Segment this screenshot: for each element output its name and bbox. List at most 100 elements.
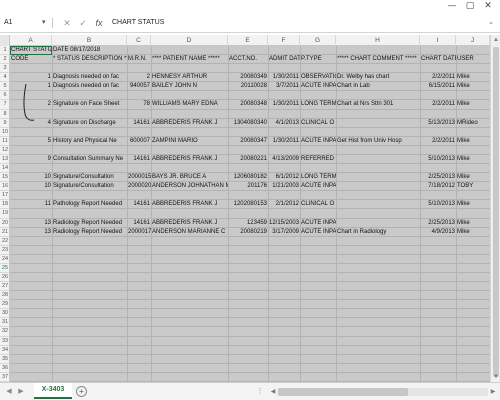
cell-c16[interactable]: 2000020 bbox=[127, 182, 151, 191]
row-header-24[interactable]: 24 bbox=[0, 255, 10, 264]
cell-area[interactable]: CHART STATUS DATE 08/17/2018 CODE * STATUS … bbox=[10, 46, 490, 382]
row-header-3[interactable]: 3 bbox=[0, 64, 10, 74]
minimize-icon[interactable]: — bbox=[445, 0, 459, 12]
cell-b5[interactable]: Diagnosis needed on fac bbox=[52, 82, 127, 91]
cell-f7[interactable]: 1/30/2011 bbox=[268, 100, 300, 109]
cell-e2[interactable]: ACCT.NO. bbox=[228, 55, 268, 64]
column-header-c[interactable]: C bbox=[127, 35, 151, 46]
cell-c15[interactable]: 2000015 bbox=[127, 173, 151, 182]
cell-e9[interactable]: 1304080340 bbox=[228, 119, 268, 128]
row-header-35[interactable]: 35 bbox=[0, 355, 10, 364]
cell-g20[interactable]: ACUTE INPA bbox=[300, 219, 336, 228]
row-header-30[interactable]: 30 bbox=[0, 309, 10, 319]
cell-d20[interactable]: ABBREDERIS FRANK J bbox=[151, 219, 228, 228]
column-header-h[interactable]: H bbox=[336, 35, 420, 46]
row-header-6[interactable]: 6 bbox=[0, 91, 10, 101]
column-header-i[interactable]: I bbox=[420, 35, 456, 46]
row-header-34[interactable]: 34 bbox=[0, 346, 10, 355]
cell-b2[interactable]: * STATUS DESCRIPTION ** bbox=[52, 55, 127, 64]
more-options-icon[interactable]: ⋮ bbox=[255, 386, 265, 398]
cell-c4[interactable]: 2 bbox=[127, 73, 151, 82]
cell-g7[interactable]: LONG TERM bbox=[300, 100, 336, 109]
expand-formula-bar-icon[interactable]: ⌄ bbox=[486, 16, 496, 30]
cell-f13[interactable]: 4/13/2009 bbox=[268, 155, 300, 164]
cell-e13[interactable]: 20080221 bbox=[228, 155, 268, 164]
sheet-tab-x-3403[interactable]: X-3403 bbox=[34, 383, 72, 399]
cell-b15[interactable]: Signature/Consultation bbox=[52, 173, 127, 182]
row-header-29[interactable]: 29 bbox=[0, 300, 10, 310]
scroll-down-icon[interactable]: ▼ bbox=[491, 372, 500, 382]
row-header-31[interactable]: 31 bbox=[0, 318, 10, 328]
row-header-23[interactable]: 23 bbox=[0, 246, 10, 255]
cell-e18[interactable]: 1202080153 bbox=[228, 200, 268, 209]
cell-j7[interactable]: Mike bbox=[456, 100, 490, 109]
cell-e15[interactable]: 1206080182 bbox=[228, 173, 268, 182]
cell-h4[interactable]: Dr. Welby has chart bbox=[336, 73, 420, 82]
cell-d18[interactable]: ABBREDERIS FRANK J bbox=[151, 200, 228, 209]
cell-d21[interactable]: ANDERSON MARIANNE C bbox=[151, 228, 228, 237]
cell-e5[interactable]: 20110028 bbox=[228, 82, 268, 91]
cell-a4[interactable]: 1 bbox=[10, 73, 52, 82]
cell-h11[interactable]: Get Hist from Univ Hosp bbox=[336, 137, 420, 146]
cell-j11[interactable]: Mike bbox=[456, 137, 490, 146]
row-header-15[interactable]: 15 bbox=[0, 173, 10, 183]
cell-a20[interactable]: 13 bbox=[10, 219, 52, 228]
cell-j13[interactable]: Mike bbox=[456, 155, 490, 164]
cell-j5[interactable]: Mike bbox=[456, 82, 490, 91]
row-header-10[interactable]: 10 bbox=[0, 128, 10, 137]
cell-i2[interactable]: CHART DATE bbox=[420, 55, 456, 64]
row-header-25[interactable]: 25 bbox=[0, 264, 10, 273]
cell-f15[interactable]: 6/1/2012 bbox=[268, 173, 300, 182]
cell-b21[interactable]: Radiology Report Needed bbox=[52, 228, 127, 237]
cell-b11[interactable]: History and Physical Ne bbox=[52, 137, 127, 146]
cell-i5[interactable]: 6/15/2011 bbox=[420, 82, 456, 91]
restore-icon[interactable]: ▢ bbox=[463, 0, 477, 12]
cell-d11[interactable]: ZAMPINI MARIO bbox=[151, 137, 228, 146]
cell-g5[interactable]: ACUTE INPA bbox=[300, 82, 336, 91]
cell-c13[interactable]: 14161 bbox=[127, 155, 151, 164]
cell-e16[interactable]: 201176 bbox=[228, 182, 268, 191]
cell-a15[interactable]: 10 bbox=[10, 173, 52, 182]
cell-j21[interactable]: Mike bbox=[456, 228, 490, 237]
cell-b20[interactable]: Radiology Report Needed bbox=[52, 219, 127, 228]
row-header-21[interactable]: 21 bbox=[0, 228, 10, 237]
cell-j16[interactable]: TOBY bbox=[456, 182, 490, 191]
cell-j18[interactable]: Mike bbox=[456, 200, 490, 209]
cell-f16[interactable]: 1/21/2003 bbox=[268, 182, 300, 191]
cell-i21[interactable]: 4/9/2013 bbox=[420, 228, 456, 237]
row-header-22[interactable]: 22 bbox=[0, 237, 10, 246]
cell-h7[interactable]: Chart at Nrs Sttn 301 bbox=[336, 100, 420, 109]
cell-b7[interactable]: Signature on Face Sheet bbox=[52, 100, 127, 109]
cell-g21[interactable]: ACUTE INPA bbox=[300, 228, 336, 237]
cell-i16[interactable]: 7/18/2012 bbox=[420, 182, 456, 191]
cell-a21[interactable]: 13 bbox=[10, 228, 52, 237]
formula-input[interactable]: CHART STATUS bbox=[112, 16, 164, 30]
scroll-up-icon[interactable]: ▲ bbox=[491, 35, 500, 45]
enter-icon[interactable]: ✓ bbox=[78, 16, 88, 30]
cell-c5[interactable]: 940057 bbox=[127, 82, 151, 91]
cell-f5[interactable]: 3/7/2011 bbox=[268, 82, 300, 91]
column-header-a[interactable]: A bbox=[10, 35, 52, 46]
cell-f20[interactable]: 12/15/2003 bbox=[268, 219, 300, 228]
cell-i15[interactable]: 2/25/2013 bbox=[420, 173, 456, 182]
vertical-scroll-thumb[interactable] bbox=[493, 47, 499, 377]
row-header-5[interactable]: 5 bbox=[0, 82, 10, 92]
cell-i11[interactable]: 2/2/2011 bbox=[420, 137, 456, 146]
cell-b1[interactable]: DATE 08/17/2018 bbox=[52, 46, 127, 55]
cell-f4[interactable]: 1/30/2011 bbox=[268, 73, 300, 82]
cell-d13[interactable]: ABBREDERIS FRANK J bbox=[151, 155, 228, 164]
tab-next-icon[interactable]: ▶ bbox=[16, 386, 26, 398]
row-header-37[interactable]: 37 bbox=[0, 373, 10, 382]
horizontal-scrollbar[interactable]: ◀ ▶ bbox=[268, 386, 498, 398]
cell-i7[interactable]: 2/2/2011 bbox=[420, 100, 456, 109]
cell-j2[interactable]: USER bbox=[456, 55, 490, 64]
cell-i20[interactable]: 2/25/2013 bbox=[420, 219, 456, 228]
cell-f21[interactable]: 3/17/2009 bbox=[268, 228, 300, 237]
cell-b13[interactable]: Consultation Summary Ne bbox=[52, 155, 127, 164]
cell-b9[interactable]: Signature on Discharge bbox=[52, 119, 127, 128]
cell-j15[interactable]: Mike bbox=[456, 173, 490, 182]
row-header-7[interactable]: 7 bbox=[0, 100, 10, 110]
cell-i4[interactable]: 2/2/2011 bbox=[420, 73, 456, 82]
row-header-27[interactable]: 27 bbox=[0, 282, 10, 292]
row-header-14[interactable]: 14 bbox=[0, 164, 10, 174]
